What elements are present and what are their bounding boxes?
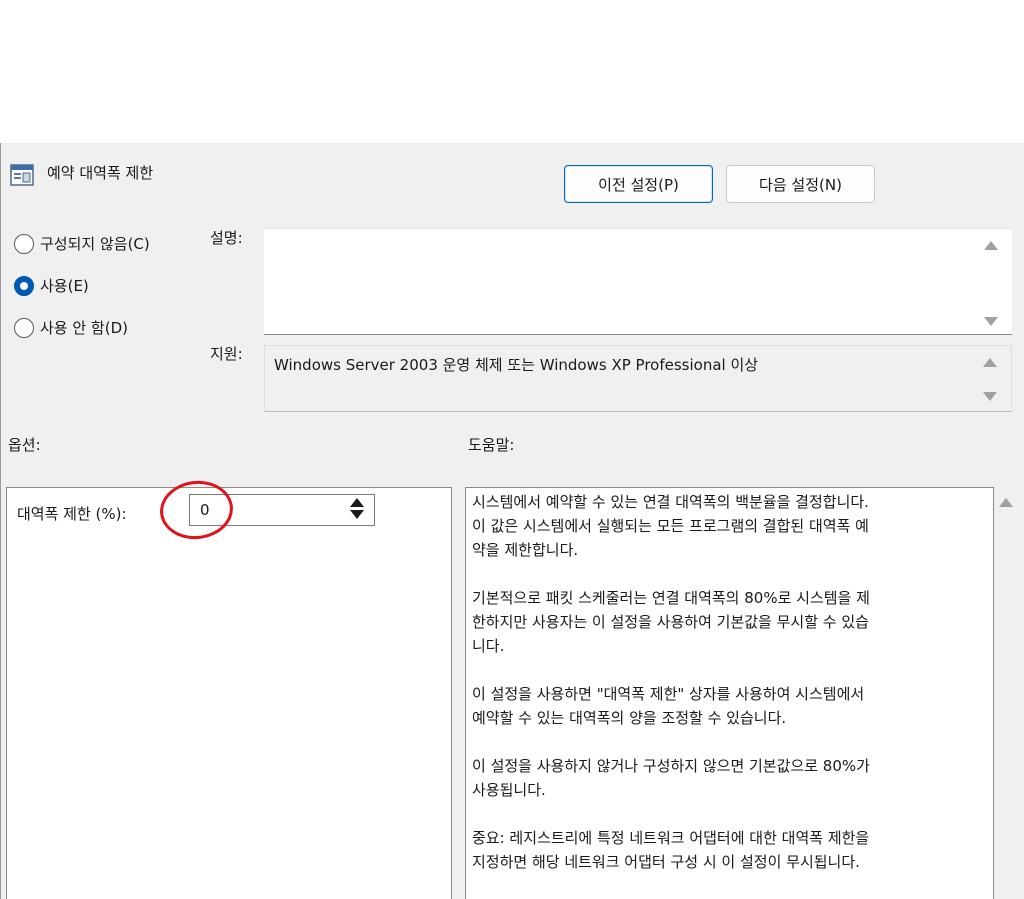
help-paragraph: 기본적으로 패킷 스케줄러는 연결 대역폭의 80%로 시스템을 제 한하지만 … [472,589,870,655]
radio-circle[interactable] [14,317,34,338]
radio-circle[interactable] [14,233,34,254]
radio-disabled[interactable]: 사용 안 함(D) [14,317,128,338]
radio-label: 구성되지 않음(C) [40,235,150,253]
description-label: 설명: [210,229,243,247]
help-paragraph: 시스템에서 예약할 수 있는 연결 대역폭의 백분율을 결정합니다. 이 값은 … [472,493,869,559]
scroll-up-icon[interactable] [983,358,997,367]
description-field[interactable] [264,228,1012,335]
help-paragraph: 이 설정을 사용하지 않거나 구성하지 않으면 기본값으로 80%가 사용됩니다… [472,757,870,799]
radio-not-configured[interactable]: 구성되지 않음(C) [14,233,150,254]
support-label: 지원: [210,345,243,363]
options-panel: 대역폭 제한 (%): 0 [6,487,452,899]
help-panel: 시스템에서 예약할 수 있는 연결 대역폭의 백분율을 결정합니다. 이 값은 … [465,487,994,899]
help-header: 도움말: [468,436,515,454]
window-border [0,143,1,899]
support-text: Windows Server 2003 운영 체제 또는 Windows XP … [274,356,759,374]
title-row: 예약 대역폭 제한 [10,163,153,187]
radio-label: 사용(E) [40,277,89,295]
policy-dialog: 예약 대역폭 제한 이전 설정(P) 다음 설정(N) 구성되지 않음(C) 사… [0,143,1024,899]
policy-setting-icon [10,163,34,187]
spin-down-icon[interactable] [350,510,364,519]
options-header: 옵션: [8,436,41,454]
scroll-up-icon[interactable] [984,241,998,250]
scroll-down-icon[interactable] [984,317,998,326]
window-title: 예약 대역폭 제한 [47,163,154,182]
scroll-down-icon[interactable] [983,392,997,401]
radio-circle[interactable] [14,275,34,296]
radio-enabled[interactable]: 사용(E) [14,275,89,296]
bandwidth-limit-label: 대역폭 제한 (%): [17,505,127,523]
previous-setting-button[interactable]: 이전 설정(P) [564,165,713,203]
help-paragraph: 중요: 레지스트리에 특정 네트워크 어댑터에 대한 대역폭 제한을 지정하면 … [472,829,870,871]
spin-up-icon[interactable] [350,498,364,507]
next-setting-button[interactable]: 다음 설정(N) [726,165,875,203]
help-paragraph: 이 설정을 사용하면 "대역폭 제한" 상자를 사용하여 시스템에서 예약할 수… [472,685,865,727]
scroll-up-icon[interactable] [999,498,1013,507]
support-field[interactable]: Windows Server 2003 운영 체제 또는 Windows XP … [264,345,1012,412]
radio-label: 사용 안 함(D) [40,319,128,337]
help-text: 시스템에서 예약할 수 있는 연결 대역폭의 백분율을 결정합니다. 이 값은 … [472,490,992,898]
